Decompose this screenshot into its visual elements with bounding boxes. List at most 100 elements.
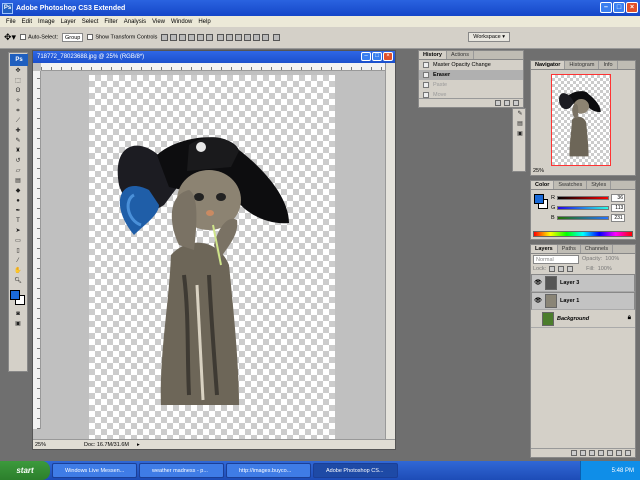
crop-tool-icon[interactable]: ⌗ — [11, 107, 25, 116]
align-center-icon[interactable] — [197, 34, 205, 41]
eraser-tool-icon[interactable]: ▱ — [11, 167, 25, 176]
menu-edit[interactable]: Edit — [22, 19, 32, 25]
tab-color[interactable]: Color — [531, 181, 555, 189]
vertical-scrollbar[interactable] — [385, 63, 395, 439]
gradient-tool-icon[interactable]: ▤ — [11, 177, 25, 186]
link-layers-icon[interactable] — [571, 450, 577, 456]
distribute-top-icon[interactable] — [217, 34, 225, 41]
maximize-button[interactable]: □ — [613, 2, 625, 13]
navigator-zoom[interactable]: 25% — [533, 168, 544, 174]
tool-presets-panel-icon[interactable]: ▤ — [513, 120, 527, 129]
magic-wand-tool-icon[interactable]: ✧ — [11, 97, 25, 106]
layer-row[interactable]: Background 🔒︎ — [531, 310, 635, 328]
fill-value[interactable]: 100% — [598, 266, 612, 272]
eye-icon[interactable] — [531, 315, 539, 323]
trash-icon[interactable] — [625, 450, 631, 456]
path-selection-tool-icon[interactable]: ➤ — [11, 227, 25, 236]
show-transform-checkbox[interactable]: Show Transform Controls — [87, 34, 157, 41]
menu-window[interactable]: Window — [171, 19, 192, 25]
menu-file[interactable]: File — [6, 19, 16, 25]
doc-maximize-button[interactable]: □ — [372, 52, 382, 61]
blue-value[interactable]: 231 — [610, 214, 625, 222]
menu-select[interactable]: Select — [82, 19, 99, 25]
layer-row[interactable]: 👁︎ Layer 1 — [531, 292, 635, 310]
start-button[interactable]: start — [0, 461, 50, 480]
minimize-button[interactable]: – — [600, 2, 612, 13]
distribute-bottom-icon[interactable] — [235, 34, 243, 41]
clock[interactable]: 5:48 PM — [612, 468, 634, 474]
pen-tool-icon[interactable]: ✒ — [11, 207, 25, 216]
auto-align-icon[interactable] — [273, 34, 281, 41]
taskbar-item[interactable]: weather madness - p... — [139, 463, 224, 478]
layer-mask-icon[interactable] — [589, 450, 595, 456]
brush-tool-icon[interactable]: ✎ — [11, 137, 25, 146]
layer-comps-panel-icon[interactable]: ▣ — [513, 130, 527, 139]
color-spectrum[interactable] — [533, 231, 633, 237]
blue-slider[interactable]: B 231 — [531, 213, 635, 223]
new-group-icon[interactable] — [607, 450, 613, 456]
doc-close-button[interactable]: × — [383, 52, 393, 61]
history-item[interactable]: Eraser — [419, 70, 523, 80]
tab-navigator[interactable]: Navigator — [531, 61, 566, 69]
doc-minimize-button[interactable]: – — [361, 52, 371, 61]
color-swatches[interactable] — [10, 290, 26, 306]
taskbar-item[interactable]: http://images.buyco... — [226, 463, 311, 478]
blur-tool-icon[interactable]: ◆ — [11, 187, 25, 196]
image-canvas[interactable] — [89, 75, 335, 445]
move-tool-icon[interactable]: ✥▾ — [4, 32, 16, 43]
foreground-color-swatch[interactable] — [10, 290, 20, 300]
tab-actions[interactable]: Actions — [447, 51, 474, 59]
history-item[interactable]: Master Opacity Change — [419, 60, 523, 70]
align-bottom-icon[interactable] — [179, 34, 187, 41]
blend-mode-dropdown[interactable]: Normal — [533, 254, 579, 264]
tab-histogram[interactable]: Histogram — [565, 61, 600, 69]
lock-image-icon[interactable] — [558, 266, 565, 272]
tab-layers[interactable]: Layers — [531, 245, 558, 253]
shape-tool-icon[interactable]: ▭ — [11, 237, 25, 246]
align-top-icon[interactable] — [161, 34, 169, 41]
notes-tool-icon[interactable]: ▯ — [11, 247, 25, 256]
quick-mask-icon[interactable]: ◙ — [11, 310, 25, 319]
workspace-button[interactable]: Workspace ▾ — [468, 32, 510, 42]
opacity-value[interactable]: 100% — [605, 256, 619, 262]
menu-help[interactable]: Help — [198, 19, 210, 25]
taskbar-item[interactable]: Adobe Photoshop CS... — [313, 463, 398, 478]
healing-brush-tool-icon[interactable]: ✚ — [11, 127, 25, 136]
new-layer-icon[interactable] — [616, 450, 622, 456]
taskbar-item[interactable]: Windows Live Messen... — [52, 463, 137, 478]
status-arrow-icon[interactable]: ▸ — [137, 442, 140, 448]
color-fg-swatch[interactable] — [534, 194, 544, 204]
lock-transparent-icon[interactable] — [549, 266, 556, 272]
auto-select-dropdown[interactable]: Group — [62, 33, 84, 42]
tab-info[interactable]: Info — [599, 61, 618, 69]
zoom-tool-icon[interactable]: 🔍︎ — [11, 277, 25, 286]
align-middle-icon[interactable] — [170, 34, 178, 41]
green-value[interactable]: 113 — [611, 204, 626, 212]
adjustment-layer-icon[interactable] — [598, 450, 604, 456]
distribute-right-icon[interactable] — [262, 34, 270, 41]
menu-analysis[interactable]: Analysis — [124, 19, 146, 25]
history-item[interactable]: Paste — [419, 80, 523, 90]
red-value[interactable]: 36 — [610, 194, 625, 202]
menu-image[interactable]: Image — [38, 19, 55, 25]
distribute-middle-icon[interactable] — [226, 34, 234, 41]
lock-position-icon[interactable] — [567, 266, 574, 272]
tab-swatches[interactable]: Swatches — [554, 181, 588, 189]
menu-view[interactable]: View — [152, 19, 165, 25]
tab-styles[interactable]: Styles — [587, 181, 612, 189]
doc-info[interactable]: Doc: 16.7M/31.6M — [84, 442, 129, 448]
trash-icon[interactable] — [513, 100, 519, 106]
tab-channels[interactable]: Channels — [581, 245, 614, 253]
hand-tool-icon[interactable]: ✋ — [11, 267, 25, 276]
align-right-icon[interactable] — [206, 34, 214, 41]
new-document-icon[interactable] — [495, 100, 501, 106]
history-brush-tool-icon[interactable]: ↺ — [11, 157, 25, 166]
auto-select-checkbox[interactable]: Auto-Select: — [20, 34, 58, 41]
menu-layer[interactable]: Layer — [61, 19, 76, 25]
layer-row[interactable]: 👁︎ Layer 3 — [531, 274, 635, 292]
screen-mode-icon[interactable]: ▣ — [11, 320, 25, 329]
navigator-preview[interactable] — [551, 74, 611, 166]
eye-icon[interactable]: 👁︎ — [534, 297, 542, 305]
tab-paths[interactable]: Paths — [558, 245, 581, 253]
clone-stamp-tool-icon[interactable]: ♜ — [11, 147, 25, 156]
